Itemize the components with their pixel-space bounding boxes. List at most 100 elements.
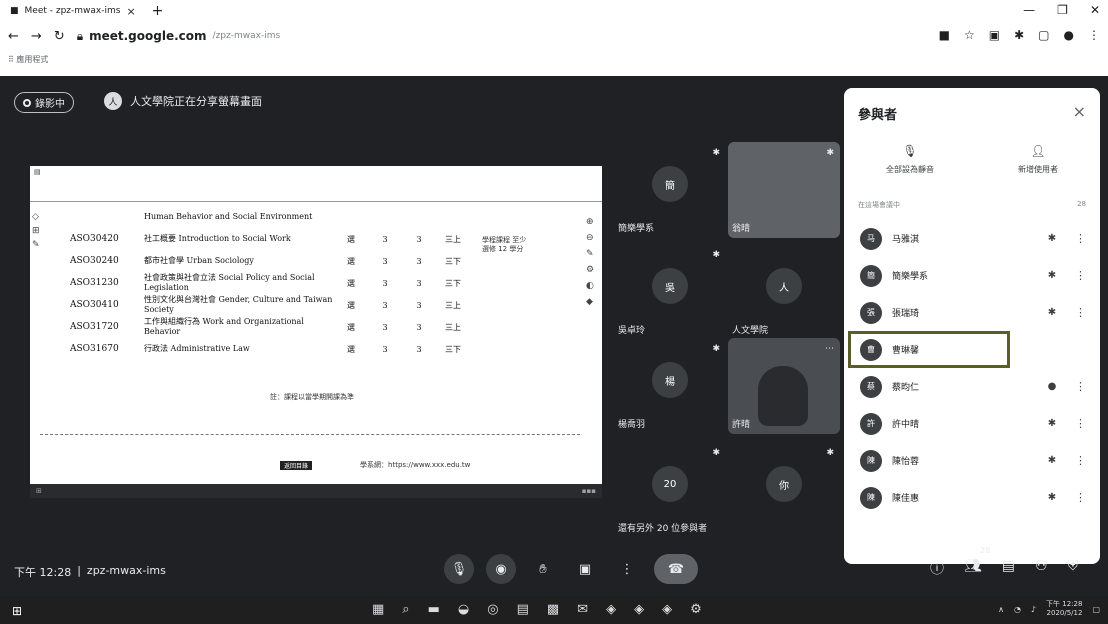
app-icon[interactable]: ⚙ <box>690 602 702 617</box>
more-options-button[interactable]: ⋮ <box>612 554 642 584</box>
mic-off-icon[interactable]: ✱ <box>1032 455 1072 466</box>
network-icon[interactable]: ◔ <box>1014 605 1021 614</box>
task-view-icon[interactable]: ▦ <box>372 602 384 617</box>
course-type: 選 <box>347 278 355 288</box>
camera-icon[interactable]: ■ <box>939 28 950 42</box>
more-options-icon[interactable]: ⋮ <box>1072 454 1086 467</box>
end-call-button[interactable]: ☎︎ <box>654 554 698 584</box>
close-panel-button[interactable]: × <box>1073 102 1086 121</box>
list-item[interactable]: 蔡 蔡昀仁 ● ⋮ <box>844 368 1100 405</box>
word-icon[interactable]: ▩ <box>547 602 559 617</box>
apps-grid-icon[interactable]: ⠿ <box>8 55 14 64</box>
mic-off-icon: ✱ <box>712 250 720 260</box>
host-controls-icon[interactable]: ⛨ <box>1068 558 1079 578</box>
maximize-button[interactable]: ❐ <box>1057 3 1068 17</box>
participant-video-tile[interactable]: ⋯ 許晴 <box>728 338 840 434</box>
list-item[interactable]: 簡 簡樂學系 ✱ ⋮ <box>844 257 1100 294</box>
more-options-icon[interactable]: ⋮ <box>1072 269 1086 282</box>
more-options-icon[interactable]: ⋮ <box>1072 491 1086 504</box>
profile-avatar-icon[interactable]: ● <box>1064 28 1074 42</box>
chat-icon[interactable]: ▤ <box>1002 558 1015 578</box>
shared-taskbar: ⊞ ▪▪▪ <box>30 484 602 498</box>
more-options-icon[interactable]: ⋮ <box>1072 417 1086 430</box>
chrome-icon[interactable]: ◎ <box>487 602 498 617</box>
notification-icon[interactable]: ▢ <box>1092 605 1100 614</box>
mic-off-icon[interactable]: ✱ <box>1032 270 1072 281</box>
participant-tile[interactable]: 楊 ✱ 楊喬羽 <box>614 338 726 434</box>
mic-off-icon: ✱ <box>712 344 720 354</box>
search-icon[interactable]: ⌕ <box>402 602 409 617</box>
reload-icon[interactable]: ↻ <box>54 29 65 44</box>
list-item[interactable]: 許 許中晴 ✱ ⋮ <box>844 405 1100 442</box>
add-people-button[interactable]: 👤︎ 新增使用者 <box>1018 144 1058 175</box>
edge-icon[interactable]: ◒ <box>458 602 469 617</box>
more-options-icon[interactable]: ⋮ <box>1072 306 1086 319</box>
more-participants-tile[interactable]: 20 ✱ 還有另外 20 位參與者 <box>614 442 726 538</box>
tool-icon: ◆ <box>586 297 593 307</box>
mic-off-icon[interactable]: ✱ <box>1032 307 1072 318</box>
list-item[interactable]: 马 马雅淇 ✱ ⋮ <box>844 220 1100 257</box>
bookmarks-label[interactable]: 應用程式 <box>16 55 48 64</box>
self-tile[interactable]: 你 ✱ <box>728 442 840 538</box>
participant-avatar: 20 <box>652 466 688 502</box>
participant-tile[interactable]: 人 人文學院 <box>728 244 840 340</box>
clock-date: 2020/5/12 <box>1046 609 1083 617</box>
course-term: 三上 <box>445 234 461 244</box>
participant-tile[interactable]: 吳 ✱ 吳卓玲 <box>614 244 726 340</box>
volume-icon[interactable]: ♪ <box>1031 605 1036 614</box>
mic-toggle-button[interactable]: 🎙︎ <box>444 554 474 584</box>
more-options-icon[interactable]: ⋯ <box>825 344 834 354</box>
list-item[interactable]: 張 張瑞琦 ✱ ⋮ <box>844 294 1100 331</box>
app-icon[interactable]: ◈ <box>662 602 672 617</box>
participant-tile[interactable]: 簡 ✱ 簡樂學系 <box>614 142 726 238</box>
bookmark-star-icon[interactable]: ☆ <box>964 28 975 42</box>
tool-icon: ⊖ <box>586 233 594 243</box>
course-table: Human Behavior and Social Environment AS… <box>70 206 590 360</box>
recording-indicator[interactable]: 錄影中 <box>14 92 74 113</box>
close-tab-icon[interactable]: × <box>126 5 135 18</box>
back-arrow-icon[interactable]: ← <box>8 29 19 44</box>
camera-toggle-button[interactable]: ◉ <box>486 554 516 584</box>
app-icon[interactable]: ◈ <box>634 602 644 617</box>
more-options-icon[interactable]: ⋮ <box>1072 380 1086 393</box>
new-tab-button[interactable]: + <box>146 3 170 19</box>
cast-icon[interactable]: ▢ <box>1038 28 1049 42</box>
mic-off-icon[interactable]: ✱ <box>1032 492 1072 503</box>
mute-all-button[interactable]: 🎙︎ 全部設為靜音 <box>886 144 934 175</box>
start-button[interactable]: ⊞ <box>12 604 22 618</box>
puzzle-icon[interactable]: ✱ <box>1014 28 1024 42</box>
meeting-details-icon[interactable]: ⓘ <box>930 558 944 578</box>
raise-hand-button[interactable]: ✋︎ <box>528 554 558 584</box>
url-field[interactable]: 🔒︎ meet.google.com /zpz-mwax-ims <box>77 29 280 44</box>
video-face <box>758 366 808 426</box>
record-icon <box>23 98 31 107</box>
meeting-code: zpz-mwax-ims <box>86 564 166 577</box>
list-item[interactable]: 陳 陳佳惠 ✱ ⋮ <box>844 479 1100 516</box>
people-icon[interactable]: 👥︎ <box>964 558 982 578</box>
app-icon[interactable]: ◈ <box>606 602 616 617</box>
minimize-button[interactable]: — <box>1023 3 1035 17</box>
list-item[interactable]: 陳 陳怡蓉 ✱ ⋮ <box>844 442 1100 479</box>
participant-video-tile[interactable]: ✱ 翁晴 <box>728 142 840 238</box>
browser-tab[interactable]: ■ Meet - zpz-mwax-ims × <box>0 0 146 22</box>
participant-name: 翁晴 <box>732 224 751 234</box>
course-code: ASO30410 <box>70 300 119 310</box>
program-note: 學程課程 至少選修 12 學分 <box>482 236 527 253</box>
forward-arrow-icon[interactable]: → <box>31 29 42 44</box>
taskbar-clock[interactable]: 下午 12:28 2020/5/12 <box>1046 600 1082 618</box>
present-button[interactable]: ▣ <box>570 554 600 584</box>
list-item-selected[interactable]: 曹 曹琳馨 <box>848 331 1010 368</box>
store-icon[interactable]: ▤ <box>517 602 529 617</box>
more-options-icon[interactable]: ⋮ <box>1072 232 1086 245</box>
activities-icon[interactable]: ⚇ <box>1035 558 1048 578</box>
mic-off-icon: ✱ <box>826 448 834 458</box>
extension-icon[interactable]: ▣ <box>989 28 1000 42</box>
mic-off-icon[interactable]: ✱ <box>1032 418 1072 429</box>
close-window-button[interactable]: ✕ <box>1090 3 1100 17</box>
tray-chevron-icon[interactable]: ∧ <box>998 605 1004 614</box>
mail-icon[interactable]: ✉ <box>577 602 588 617</box>
participant-name: 許中晴 <box>892 420 920 430</box>
menu-kebab-icon[interactable]: ⋮ <box>1088 28 1100 42</box>
file-explorer-icon[interactable]: ▬ <box>428 602 440 617</box>
mic-off-icon[interactable]: ✱ <box>1032 233 1072 244</box>
